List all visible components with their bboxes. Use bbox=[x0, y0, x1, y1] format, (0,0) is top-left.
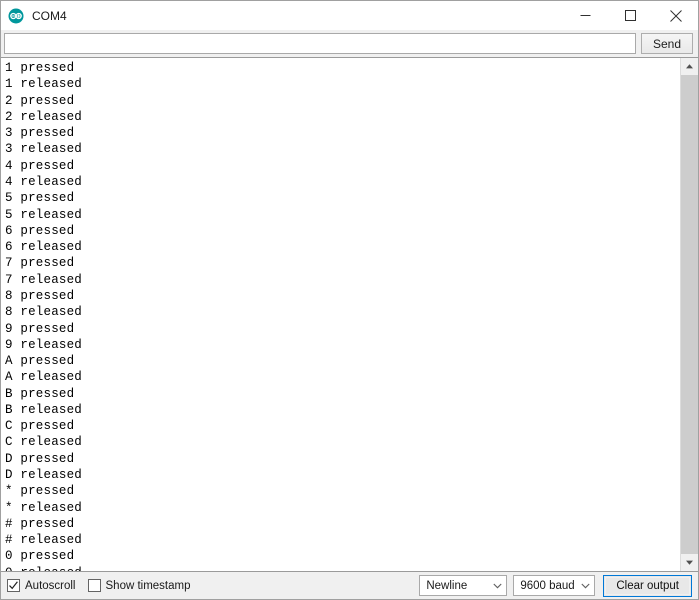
output-line: # released bbox=[5, 533, 83, 548]
send-button[interactable]: Send bbox=[641, 33, 693, 54]
scrollbar-thumb[interactable] bbox=[681, 75, 698, 554]
output-line: 0 pressed bbox=[5, 549, 75, 564]
output-line: B released bbox=[5, 402, 83, 417]
serial-monitor-window: COM4 Send 1 pressed 1 released 2 pressed… bbox=[0, 0, 699, 600]
line-ending-dropdown[interactable]: Newline bbox=[419, 575, 508, 596]
checkmark-icon bbox=[9, 581, 18, 590]
status-bar: Autoscroll Show timestamp Newline 9600 b… bbox=[1, 572, 698, 599]
send-bar: Send bbox=[1, 30, 698, 57]
clear-output-button[interactable]: Clear output bbox=[603, 574, 692, 597]
line-ending-value: Newline bbox=[426, 579, 468, 592]
window-controls bbox=[563, 1, 698, 30]
output-line: * pressed bbox=[5, 484, 75, 499]
close-icon[interactable] bbox=[653, 1, 698, 30]
chevron-down-icon[interactable] bbox=[489, 583, 506, 589]
send-input[interactable] bbox=[4, 33, 636, 54]
output-line: 5 released bbox=[5, 207, 83, 222]
output-line: 3 released bbox=[5, 142, 83, 157]
scroll-up-arrow-icon[interactable] bbox=[681, 58, 698, 75]
output-line: 4 released bbox=[5, 174, 83, 189]
output-line: C released bbox=[5, 435, 83, 450]
scroll-down-arrow-icon[interactable] bbox=[681, 554, 698, 571]
title-bar: COM4 bbox=[1, 1, 698, 30]
output-line: * released bbox=[5, 500, 83, 515]
output-line: 6 released bbox=[5, 240, 83, 255]
scrollbar-track[interactable] bbox=[681, 75, 698, 554]
maximize-icon[interactable] bbox=[608, 1, 653, 30]
vertical-scrollbar[interactable] bbox=[680, 58, 698, 571]
autoscroll-label: Autoscroll bbox=[25, 579, 76, 592]
output-line: A released bbox=[5, 370, 83, 385]
output-line: 8 released bbox=[5, 305, 83, 320]
output-line: 0 released bbox=[5, 565, 680, 571]
output-line: A pressed bbox=[5, 354, 75, 369]
output-line: 6 pressed bbox=[5, 223, 75, 238]
output-line: 8 pressed bbox=[5, 288, 75, 303]
show-timestamp-checkbox[interactable]: Show timestamp bbox=[87, 579, 191, 592]
output-line: B pressed bbox=[5, 386, 75, 401]
output-line: C pressed bbox=[5, 419, 75, 434]
output-line: 5 pressed bbox=[5, 191, 75, 206]
serial-output-text[interactable]: 1 pressed 1 released 2 pressed 2 released 3 … bbox=[1, 58, 680, 571]
output-line: # pressed bbox=[5, 516, 75, 531]
output-line: 9 released bbox=[5, 337, 83, 352]
output-line: 3 pressed bbox=[5, 126, 75, 141]
serial-output-area: 1 pressed 1 released 2 pressed 2 released 3 … bbox=[1, 57, 698, 572]
output-line: 2 pressed bbox=[5, 93, 75, 108]
output-line: 1 released bbox=[5, 77, 83, 92]
autoscroll-checkbox[interactable]: Autoscroll bbox=[7, 579, 76, 592]
window-title: COM4 bbox=[32, 9, 67, 22]
show-timestamp-label: Show timestamp bbox=[105, 579, 191, 592]
output-line: 4 pressed bbox=[5, 158, 75, 173]
output-line: 7 released bbox=[5, 272, 83, 287]
output-line: D released bbox=[5, 468, 83, 483]
chevron-down-icon[interactable] bbox=[577, 583, 594, 589]
output-line: 1 pressed bbox=[5, 61, 75, 75]
output-line: 2 released bbox=[5, 109, 83, 124]
autoscroll-checkbox-box[interactable] bbox=[7, 579, 20, 592]
minimize-icon[interactable] bbox=[563, 1, 608, 30]
output-line: D pressed bbox=[5, 451, 75, 466]
arduino-logo-icon bbox=[8, 8, 24, 24]
baud-rate-dropdown[interactable]: 9600 baud bbox=[513, 575, 596, 596]
output-line: 9 pressed bbox=[5, 321, 75, 336]
baud-rate-value: 9600 baud bbox=[520, 579, 575, 592]
show-timestamp-checkbox-box[interactable] bbox=[87, 579, 101, 592]
output-line: 7 pressed bbox=[5, 256, 75, 271]
